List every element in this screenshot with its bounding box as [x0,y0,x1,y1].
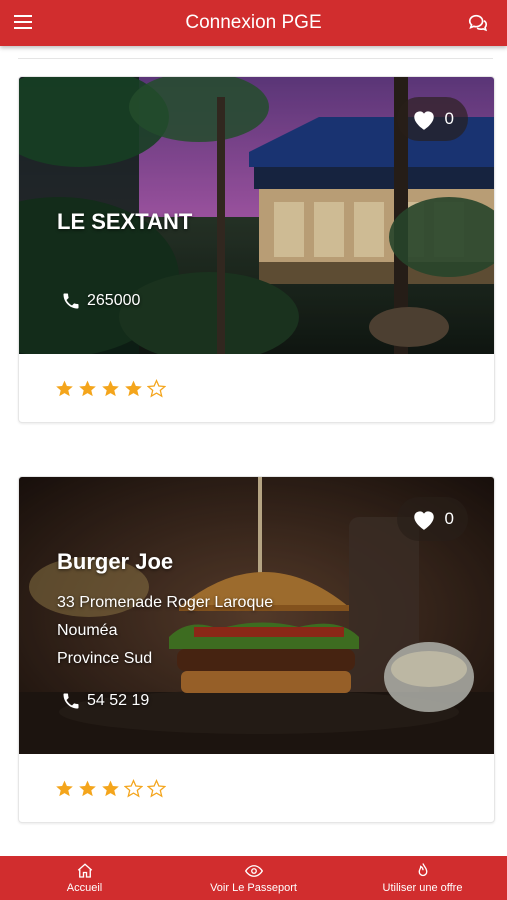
address-line: 33 Promenade Roger Laroque [57,594,274,611]
app-header: Connexion PGE [0,0,507,46]
phone-number: 265000 [87,292,141,309]
home-icon [77,863,92,878]
heart-icon [413,511,434,530]
star-filled-icon [102,380,119,396]
restaurant-image: 0 Burger Joe 33 Promenade Roger Laroque … [19,477,494,754]
restaurant-name: Burger Joe [57,549,174,574]
page-title: Connexion PGE [185,12,322,33]
eye-icon [244,865,263,877]
restaurant-name: LE SEXTANT [57,209,193,234]
favorite-count: 0 [444,109,454,128]
divider [18,58,493,59]
rating [19,754,494,822]
phone-icon [63,293,79,309]
phone-link[interactable]: 265000 [61,291,140,311]
favorite-button[interactable]: 0 [396,497,468,541]
restaurant-image: 0 LE SEXTANT 265000 [19,77,494,354]
nav-offre[interactable]: Utiliser une offre [338,856,507,900]
phone-link[interactable]: 54 52 19 [61,691,149,711]
nav-passeport[interactable]: Voir Le Passeport [169,856,338,900]
star-empty-icon [147,378,166,397]
star-empty-icon [124,778,143,797]
flame-icon [418,863,427,877]
chat-icon[interactable] [467,12,489,34]
nav-label: Accueil [66,882,103,894]
star-empty-icon [147,778,166,797]
menu-icon[interactable] [14,15,32,31]
nav-label: Utiliser une offre [382,882,463,894]
star-filled-icon [56,780,73,796]
bottom-nav: Accueil Voir Le Passeport Utiliser une o… [0,856,507,900]
phone-icon [63,693,79,709]
star-filled-icon [125,380,142,396]
nav-label: Voir Le Passeport [210,882,297,894]
favorite-button[interactable]: 0 [396,97,468,141]
star-filled-icon [79,780,96,796]
phone-number: 54 52 19 [87,692,150,709]
restaurant-card[interactable]: 0 LE SEXTANT 265000 [18,76,495,423]
address-line: Province Sud [57,650,153,667]
star-filled-icon [102,780,119,796]
favorite-count: 0 [444,509,454,528]
heart-icon [413,111,434,130]
restaurant-list[interactable]: 0 LE SEXTANT 265000 0 Burger Joe 33 Prom… [0,46,507,856]
nav-accueil[interactable]: Accueil [0,856,169,900]
star-filled-icon [56,380,73,396]
star-filled-icon [79,380,96,396]
restaurant-card[interactable]: 0 Burger Joe 33 Promenade Roger Laroque … [18,476,495,823]
address-line: Nouméa [57,622,118,639]
rating [19,354,494,422]
